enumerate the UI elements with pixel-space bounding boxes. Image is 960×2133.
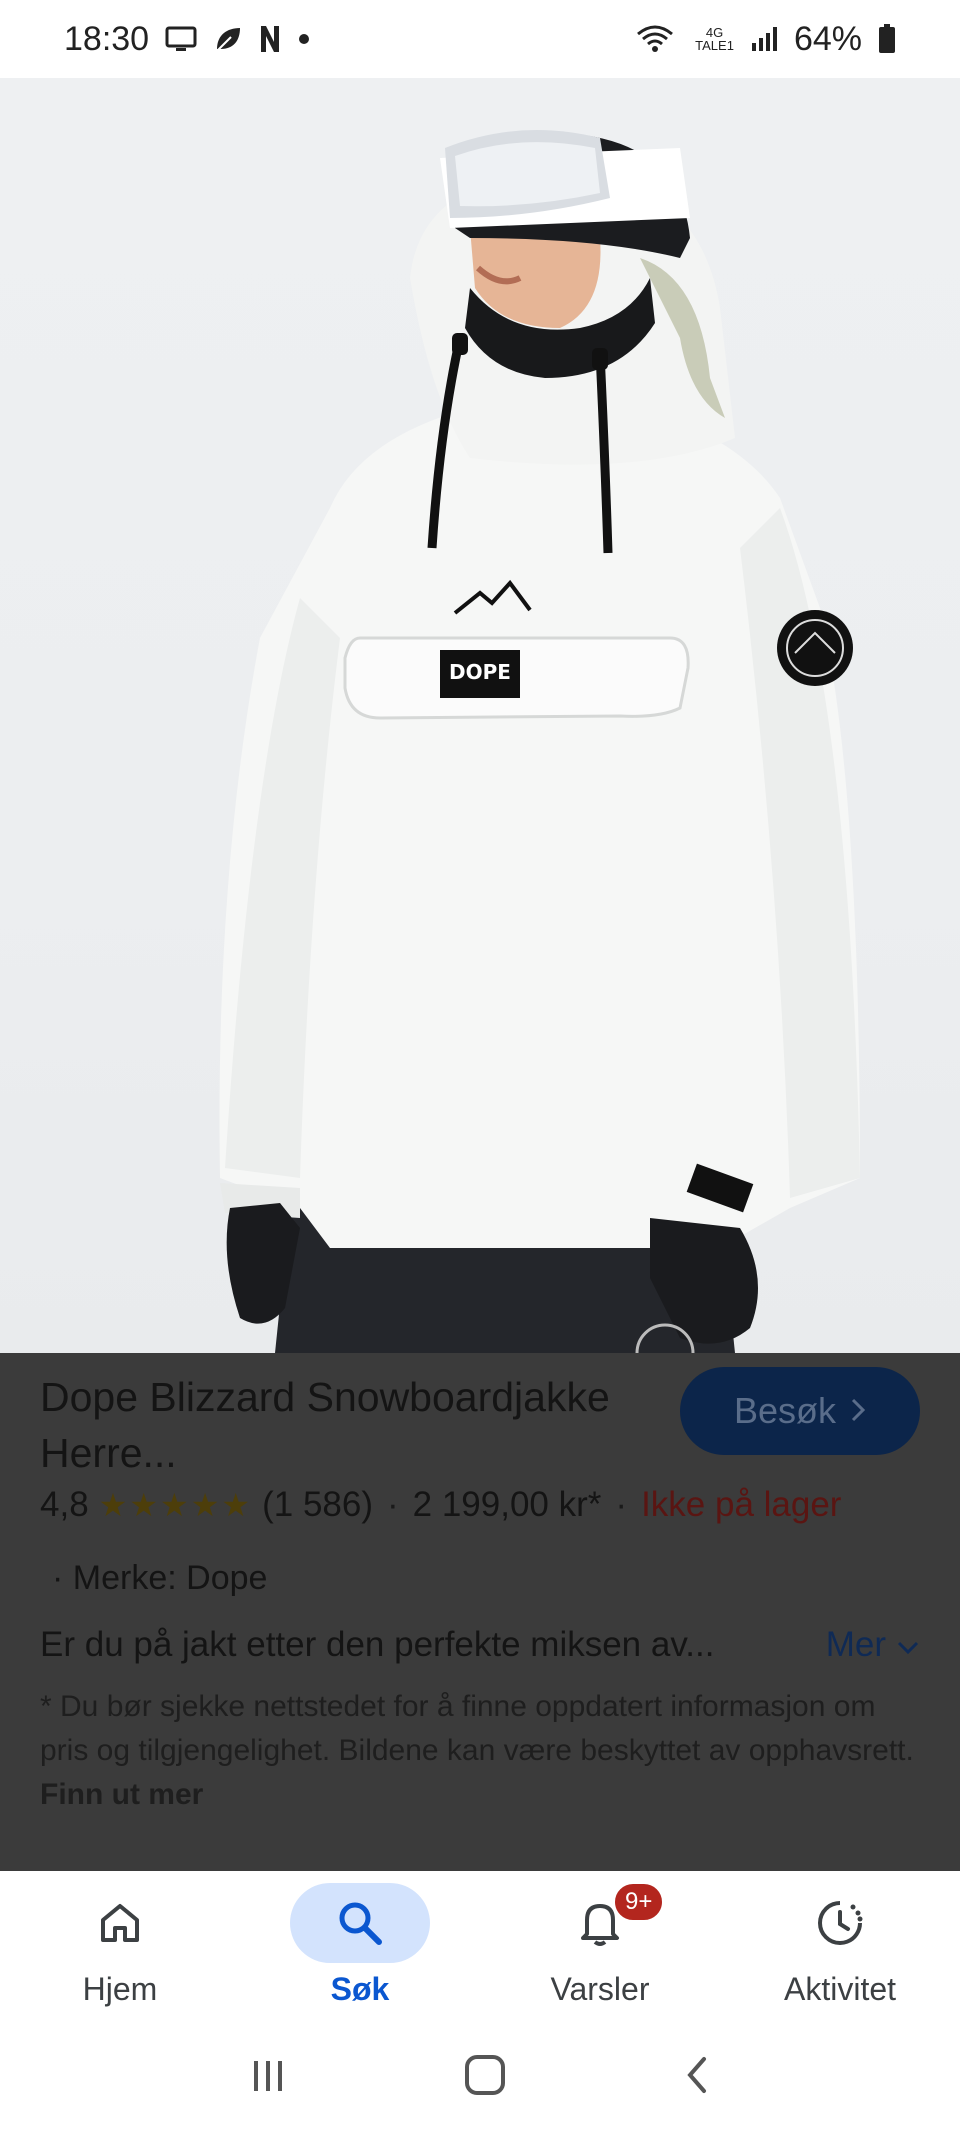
home-button-icon[interactable] — [463, 2053, 507, 2102]
separator-dot: · — [387, 1485, 399, 1524]
network-type: 4G TALE1 — [695, 25, 734, 53]
brand-label: Merke: Dope — [72, 1559, 268, 1597]
nav-search-label: Søk — [330, 1971, 390, 2007]
home-icon — [101, 1904, 139, 1942]
stock-status: Ikke på lager — [641, 1485, 842, 1524]
star-rating-icon: ★★★★★ — [98, 1487, 253, 1523]
status-left: 18:30 — [64, 20, 311, 59]
netflix-icon — [259, 24, 281, 54]
product-info-panel: Dope Blizzard Snowboardjakke Herre... Be… — [0, 1353, 960, 1871]
more-label: Mer — [825, 1625, 886, 1664]
status-right: 4G TALE1 64% — [635, 20, 896, 59]
product-title[interactable]: Dope Blizzard Snowboardjakke Herre... — [40, 1369, 660, 1481]
visit-button-label: Besøk — [733, 1390, 837, 1431]
nav-search[interactable]: Søk — [240, 1871, 480, 2021]
battery-percent: 64% — [793, 19, 862, 58]
separator-dot: · — [615, 1485, 628, 1524]
nav-home-icon-wrap — [50, 1883, 190, 1963]
review-count[interactable]: (1 586) — [262, 1485, 373, 1525]
nav-activity-icon-wrap — [770, 1883, 910, 1963]
dot-icon — [297, 32, 311, 46]
nav-activity[interactable]: Aktivitet — [720, 1871, 960, 2021]
wifi-icon — [635, 23, 675, 55]
bottom-nav: Hjem Søk 9+ Varsler Aktivitet — [0, 1871, 960, 2021]
brand-row: · Merke: Dope — [52, 1559, 267, 1598]
nav-home-label: Hjem — [82, 1971, 158, 2007]
rating-value: 4,8 — [40, 1485, 89, 1524]
chevron-right-icon — [850, 1390, 866, 1432]
rating-row: 4,8 ★★★★★ (1 586) · 2 199,00 kr* · Ikke … — [40, 1485, 841, 1525]
back-icon[interactable] — [682, 2055, 712, 2100]
visit-button[interactable]: Besøk — [680, 1367, 920, 1455]
clock: 18:30 — [64, 19, 150, 58]
bullet-dot: · — [52, 1559, 73, 1597]
jacket-illustration: DOPE — [219, 130, 860, 1353]
nav-home[interactable]: Hjem — [0, 1871, 240, 2021]
status-bar: 18:30 4G TALE1 64% — [0, 0, 960, 78]
description-text: Er du på jakt etter den perfekte miksen … — [40, 1625, 715, 1664]
system-nav-bar — [0, 2021, 960, 2133]
nav-notifications-label: Varsler — [550, 1971, 650, 2007]
description-row: Er du på jakt etter den perfekte miksen … — [40, 1625, 920, 1665]
recent-apps-icon[interactable] — [248, 2055, 288, 2100]
nav-activity-label: Aktivitet — [783, 1971, 897, 2007]
more-button[interactable]: Mer — [826, 1625, 920, 1665]
product-image[interactable]: DOPE — [0, 78, 960, 1353]
tv-icon — [165, 25, 197, 53]
notification-badge: 9+ — [612, 1881, 666, 1923]
price: 2 199,00 kr* — [412, 1485, 602, 1524]
search-icon — [339, 1902, 382, 1945]
chevron-down-icon — [896, 1625, 920, 1665]
disclaimer: * Du bør sjekke nettstedet for å finne o… — [40, 1685, 920, 1817]
jacket-logo-text: DOPE — [449, 660, 511, 684]
disclaimer-text: * Du bør sjekke nettstedet for å finne o… — [40, 1690, 914, 1767]
nav-notifications[interactable]: 9+ Varsler — [480, 1871, 720, 2021]
learn-more-link[interactable]: Finn ut mer — [40, 1778, 203, 1811]
leaf-icon — [213, 25, 243, 53]
nav-search-icon-wrap — [290, 1883, 430, 1963]
activity-icon — [818, 1901, 863, 1945]
signal-icon — [750, 25, 778, 53]
nav-notifications-icon-wrap: 9+ — [530, 1881, 670, 1963]
battery-icon — [878, 24, 896, 54]
